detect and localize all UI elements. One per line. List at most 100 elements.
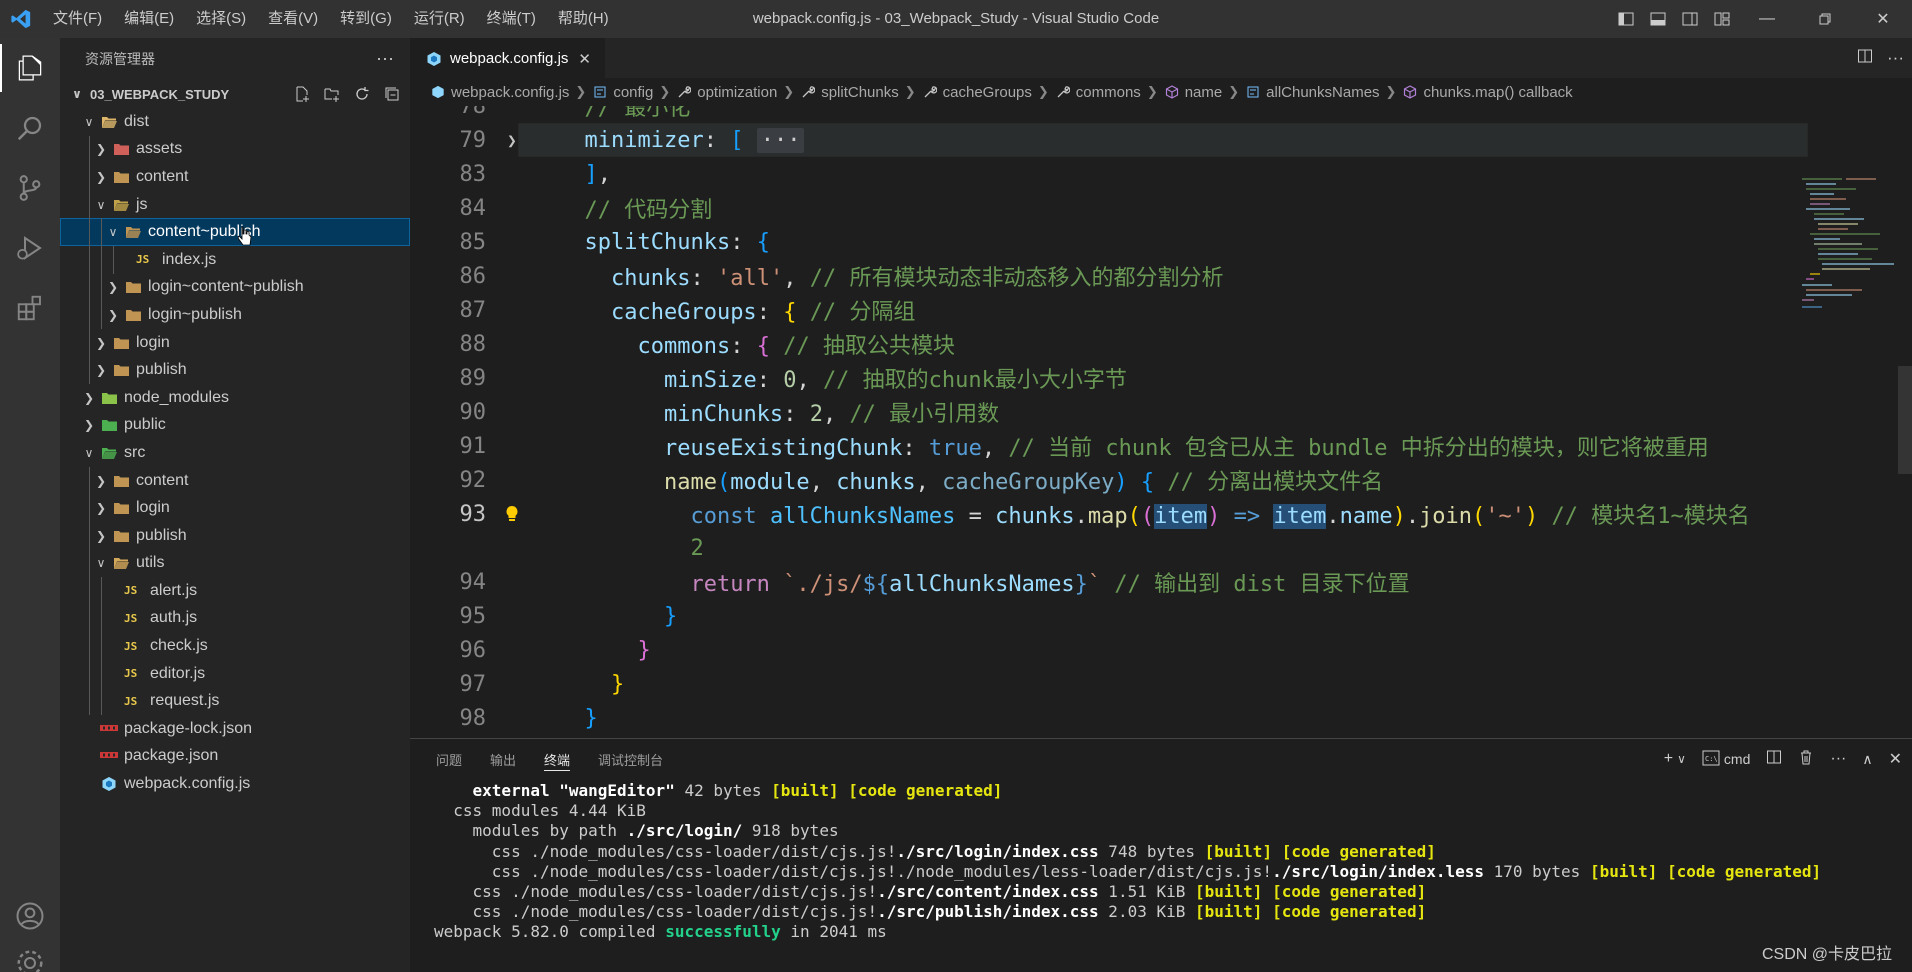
terminal-selector[interactable]: C:\ cmd [1702, 750, 1750, 769]
tree-folder[interactable]: ❯ login [60, 328, 410, 357]
menu-edit[interactable]: 编辑(E) [113, 0, 185, 38]
tree-folder[interactable]: ∨ js [60, 190, 410, 219]
accounts-icon[interactable] [0, 886, 60, 946]
menu-go[interactable]: 转到(G) [329, 0, 403, 38]
tree-folder[interactable]: ❯ publish [60, 356, 410, 384]
code-line: 85 splitChunks: { [410, 225, 1810, 259]
tab-terminal[interactable]: 终端 [544, 739, 571, 779]
tree-file[interactable]: JS request.js [60, 687, 410, 716]
tree-folder[interactable]: ❯ public [60, 412, 410, 440]
explorer-icon[interactable] [0, 38, 60, 98]
more-actions-icon[interactable]: ··· [376, 48, 394, 69]
chevron-right-icon: ❯ [783, 84, 795, 99]
search-icon[interactable] [0, 98, 60, 158]
vertical-scrollbar[interactable] [1898, 366, 1912, 474]
tab-webpack-config[interactable]: webpack.config.js ✕ [410, 38, 605, 78]
tab-output[interactable]: 输出 [490, 739, 516, 779]
tree-folder[interactable]: ∨ dist [60, 108, 410, 136]
tree-folder[interactable]: ∨ content~publish [60, 218, 410, 246]
tree-file[interactable]: JS editor.js [60, 659, 410, 688]
maximize-panel-icon[interactable]: ∧ [1862, 751, 1872, 768]
tree-file[interactable]: package.json [60, 743, 410, 771]
breadcrumb-splitchunks[interactable]: splitChunks [800, 84, 899, 101]
workspace-root[interactable]: ∨ 03_WEBPACK_STUDY [60, 80, 410, 108]
menu-view[interactable]: 查看(V) [257, 0, 329, 38]
minimap[interactable] [1800, 176, 1898, 356]
tree-folder[interactable]: ❯ assets [60, 135, 410, 164]
menu-file[interactable]: 文件(F) [42, 0, 113, 38]
customize-layout-icon[interactable] [1706, 0, 1738, 38]
tree-folder[interactable]: ❯ content [60, 163, 410, 191]
menu-terminal[interactable]: 终端(T) [476, 0, 547, 38]
tree-folder[interactable]: ❯ login~publish [60, 301, 410, 329]
breadcrumb-file[interactable]: webpack.config.js [430, 84, 569, 101]
tree-folder[interactable]: ∨ src [60, 439, 410, 467]
variable-icon [592, 85, 608, 99]
breadcrumb-label: optimization [697, 83, 778, 101]
vscode-logo-icon [0, 0, 42, 38]
code-editor[interactable]: 78 // 最小化 79 ❯ minimizer: [ ··· 83 ], 84 … [410, 106, 1912, 738]
menu-run[interactable]: 运行(R) [403, 0, 476, 38]
breadcrumb-config[interactable]: config [592, 84, 653, 101]
extensions-icon[interactable] [0, 278, 60, 338]
breadcrumb-name[interactable]: name [1164, 84, 1222, 101]
close-window-button[interactable]: ✕ [1854, 0, 1912, 38]
tree-folder[interactable]: ∨ utils [60, 549, 410, 578]
manage-gear-icon[interactable] [0, 944, 60, 972]
editor-more-actions-icon[interactable]: ··· [1887, 48, 1904, 68]
tree-folder[interactable]: ❯ node_modules [60, 384, 410, 412]
folder-icon [112, 500, 130, 516]
toggle-secondary-sidebar-icon[interactable] [1674, 0, 1706, 38]
chevron-down-icon: ∨ [96, 197, 106, 212]
tree-file[interactable]: JS auth.js [60, 604, 410, 633]
lightbulb-icon[interactable] [500, 505, 524, 523]
toggle-panel-icon[interactable] [1642, 0, 1674, 38]
tree-folder[interactable]: ❯ publish [60, 521, 410, 550]
chevron-right-icon[interactable]: ❯ [500, 131, 524, 150]
kill-terminal-trash-icon[interactable] [1798, 749, 1814, 770]
tree-file[interactable]: webpack.config.js [60, 770, 410, 798]
panel-more-icon[interactable]: ··· [1830, 750, 1846, 768]
close-tab-icon[interactable]: ✕ [578, 50, 591, 68]
new-terminal-icon[interactable]: + [1664, 750, 1673, 768]
run-debug-icon[interactable] [0, 218, 60, 278]
tree-file[interactable]: JS alert.js [60, 577, 410, 605]
chevron-down-icon: ∨ [96, 556, 106, 571]
tab-debug-console[interactable]: 调试控制台 [598, 739, 663, 779]
tree-folder[interactable]: ❯ content [60, 466, 410, 495]
toggle-primary-sidebar-icon[interactable] [1610, 0, 1642, 38]
minimize-button[interactable]: — [1738, 0, 1796, 38]
restore-button[interactable] [1796, 0, 1854, 38]
menu-selection[interactable]: 选择(S) [185, 0, 257, 38]
terminal-output[interactable]: external "wangEditor" 42 bytes [built] [… [410, 781, 1912, 943]
new-folder-icon[interactable] [320, 83, 344, 105]
javascript-file-icon: JS [124, 611, 138, 625]
tree-folder[interactable]: ❯ login [60, 494, 410, 522]
collapse-all-icon[interactable] [380, 83, 404, 105]
breadcrumb-allchunksnames[interactable]: allChunksNames [1245, 83, 1380, 101]
breadcrumb-commons[interactable]: commons [1055, 84, 1141, 101]
close-panel-icon[interactable]: ✕ [1889, 749, 1902, 769]
breadcrumb-callback[interactable]: chunks.map() callback [1402, 84, 1573, 101]
tree-file[interactable]: JS index.js [60, 245, 410, 274]
breadcrumb-optimization[interactable]: optimization [676, 84, 777, 101]
split-terminal-icon[interactable] [1766, 749, 1782, 770]
refresh-icon[interactable] [350, 83, 374, 105]
breadcrumb-label: cacheGroups [942, 83, 1032, 101]
tree-file[interactable]: package-lock.json [60, 715, 410, 743]
tree-folder[interactable]: ❯ login~content~publish [60, 273, 410, 302]
tab-problems[interactable]: 问题 [436, 739, 462, 779]
folder-icon [124, 307, 142, 323]
chevron-down-icon[interactable]: ∨ [1677, 752, 1686, 766]
split-editor-icon[interactable] [1857, 48, 1873, 69]
breadcrumb-label: allChunksNames [1266, 83, 1380, 101]
menu-help[interactable]: 帮助(H) [547, 0, 620, 38]
breadcrumb: webpack.config.js ❯ config ❯ optimizatio… [410, 78, 1912, 106]
tree-item-label: index.js [162, 250, 217, 268]
new-file-icon[interactable] [290, 83, 314, 105]
source-control-icon[interactable] [0, 158, 60, 218]
breadcrumb-cachegroups[interactable]: cacheGroups [922, 84, 1032, 101]
indent-guide [89, 687, 90, 716]
tree-file[interactable]: JS check.js [60, 632, 410, 660]
chevron-right-icon: ❯ [575, 84, 587, 99]
